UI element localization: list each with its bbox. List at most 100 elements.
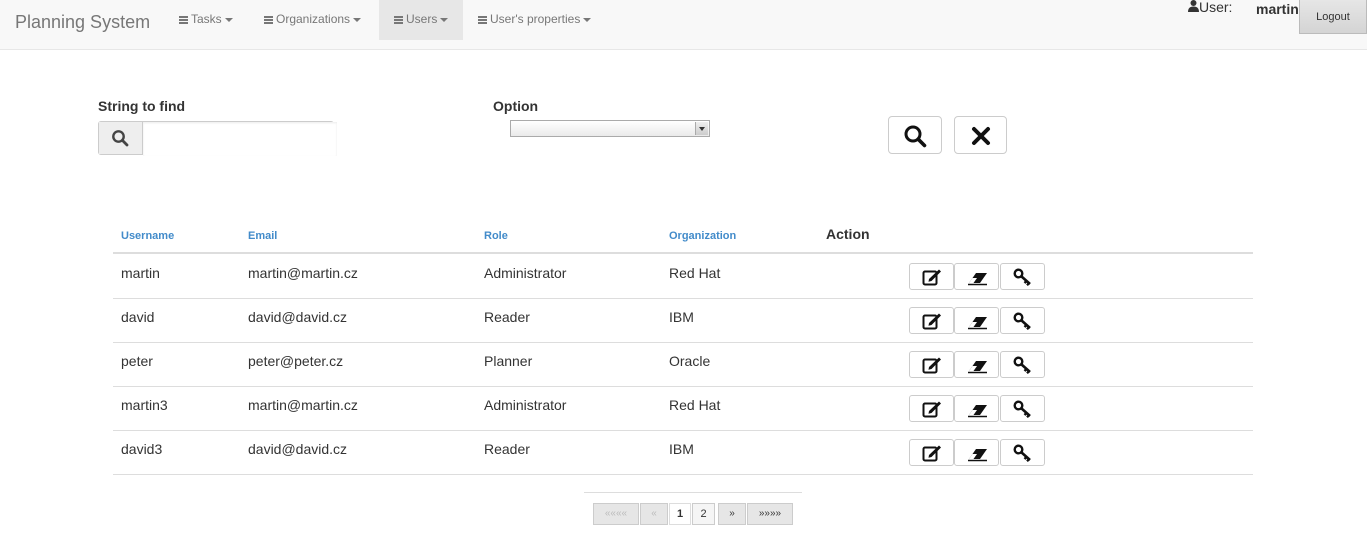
nav-organizations[interactable]: Organizations (264, 0, 362, 40)
search-input[interactable] (143, 122, 337, 156)
hamburger-icon (394, 15, 403, 26)
cell-username: martin (121, 265, 160, 281)
cell-email: martin@martin.cz (248, 397, 358, 413)
header-organization[interactable]: Organization (669, 230, 736, 242)
header-email[interactable]: Email (248, 230, 277, 242)
eraser-icon (968, 405, 987, 418)
cell-username: david3 (121, 441, 163, 457)
cell-role: Reader (484, 309, 530, 325)
password-button[interactable] (1000, 263, 1045, 290)
eraser-icon (968, 449, 987, 462)
cell-username: david (121, 309, 155, 325)
cell-username: peter (121, 353, 153, 369)
nav-users[interactable]: Users (379, 0, 463, 40)
user-label: User: (1199, 0, 1233, 15)
key-icon (1013, 400, 1031, 418)
header-role[interactable]: Role (484, 230, 508, 242)
page-prev[interactable]: « (640, 503, 668, 525)
delete-button[interactable] (954, 439, 999, 466)
edit-button[interactable] (909, 263, 954, 290)
key-icon (1013, 356, 1031, 374)
table-row: david david@david.cz Reader IBM (113, 298, 1253, 343)
brand-title[interactable]: Planning System (15, 12, 150, 33)
page-2[interactable]: 2 (692, 503, 715, 525)
cell-email: david@david.cz (248, 441, 348, 457)
nav-organizations-label: Organizations (276, 12, 351, 26)
caret-down-icon (353, 17, 362, 22)
cell-role: Administrator (484, 397, 567, 413)
option-selected-value (511, 125, 515, 137)
password-button[interactable] (1000, 395, 1045, 422)
cell-organization: Oracle (669, 353, 711, 369)
cell-role: Reader (484, 441, 530, 457)
edit-button[interactable] (909, 395, 954, 422)
search-icon (112, 130, 129, 147)
nav-tasks[interactable]: Tasks (179, 0, 233, 40)
password-button[interactable] (1000, 351, 1045, 378)
table-row: peter peter@peter.cz Planner Oracle (113, 342, 1253, 387)
hamburger-icon (478, 15, 487, 26)
caret-down-icon (583, 17, 592, 22)
page-last[interactable]: »»»» (747, 503, 793, 525)
delete-button[interactable] (954, 395, 999, 422)
edit-icon (922, 401, 941, 418)
cell-email: peter@peter.cz (248, 353, 344, 369)
eraser-icon (968, 273, 987, 286)
option-select[interactable] (510, 120, 710, 137)
nav-tasks-label: Tasks (191, 12, 222, 26)
user-name: martin (1256, 1, 1299, 17)
cell-role: Planner (484, 353, 533, 369)
delete-button[interactable] (954, 263, 999, 290)
caret-down-icon (440, 17, 449, 22)
user-icon (1188, 0, 1199, 12)
edit-icon (922, 313, 941, 330)
pagination: «««« « 1 2 » »»»» (584, 492, 802, 533)
cell-organization: IBM (669, 309, 694, 325)
cell-email: david@david.cz (248, 309, 348, 325)
nav-user-properties-label: User's properties (490, 12, 581, 26)
search-icon (904, 125, 927, 148)
search-button[interactable] (888, 116, 942, 154)
header-action: Action (826, 226, 870, 242)
password-button[interactable] (1000, 307, 1045, 334)
eraser-icon (968, 361, 987, 374)
cell-email: martin@martin.cz (248, 265, 358, 281)
edit-button[interactable] (909, 307, 954, 334)
edit-icon (922, 357, 941, 374)
delete-button[interactable] (954, 307, 999, 334)
edit-icon (922, 445, 941, 462)
close-icon (972, 127, 990, 145)
search-addon (99, 122, 143, 154)
header-username[interactable]: Username (121, 230, 174, 242)
navbar: Planning System Tasks Organizations User… (0, 0, 1367, 50)
option-label: Option (493, 98, 539, 114)
caret-down-icon (224, 17, 233, 22)
nav-user-properties[interactable]: User's properties (478, 0, 592, 40)
hamburger-icon (179, 15, 188, 26)
cell-username: martin3 (121, 397, 168, 413)
logout-button[interactable]: Logout (1299, 0, 1367, 34)
clear-button[interactable] (954, 116, 1007, 154)
search-group (98, 121, 337, 156)
hamburger-icon (264, 15, 273, 26)
password-button[interactable] (1000, 439, 1045, 466)
page-next[interactable]: » (718, 503, 746, 525)
edit-button[interactable] (909, 439, 954, 466)
table-row: david3 david@david.cz Reader IBM (113, 430, 1253, 475)
edit-icon (922, 269, 941, 286)
key-icon (1013, 444, 1031, 462)
cell-organization: Red Hat (669, 265, 721, 281)
key-icon (1013, 312, 1031, 330)
page-1[interactable]: 1 (669, 503, 691, 525)
table-row: martin3 martin@martin.cz Administrator Red … (113, 386, 1253, 431)
table-row: martin martin@martin.cz Administrator Red H… (113, 254, 1253, 299)
edit-button[interactable] (909, 351, 954, 378)
cell-organization: IBM (669, 441, 694, 457)
delete-button[interactable] (954, 351, 999, 378)
key-icon (1013, 268, 1031, 286)
string-to-find-label: String to find (98, 98, 186, 114)
chevron-down-icon[interactable] (695, 122, 708, 135)
eraser-icon (968, 317, 987, 330)
page-first[interactable]: «««« (593, 503, 639, 525)
cell-organization: Red Hat (669, 397, 721, 413)
